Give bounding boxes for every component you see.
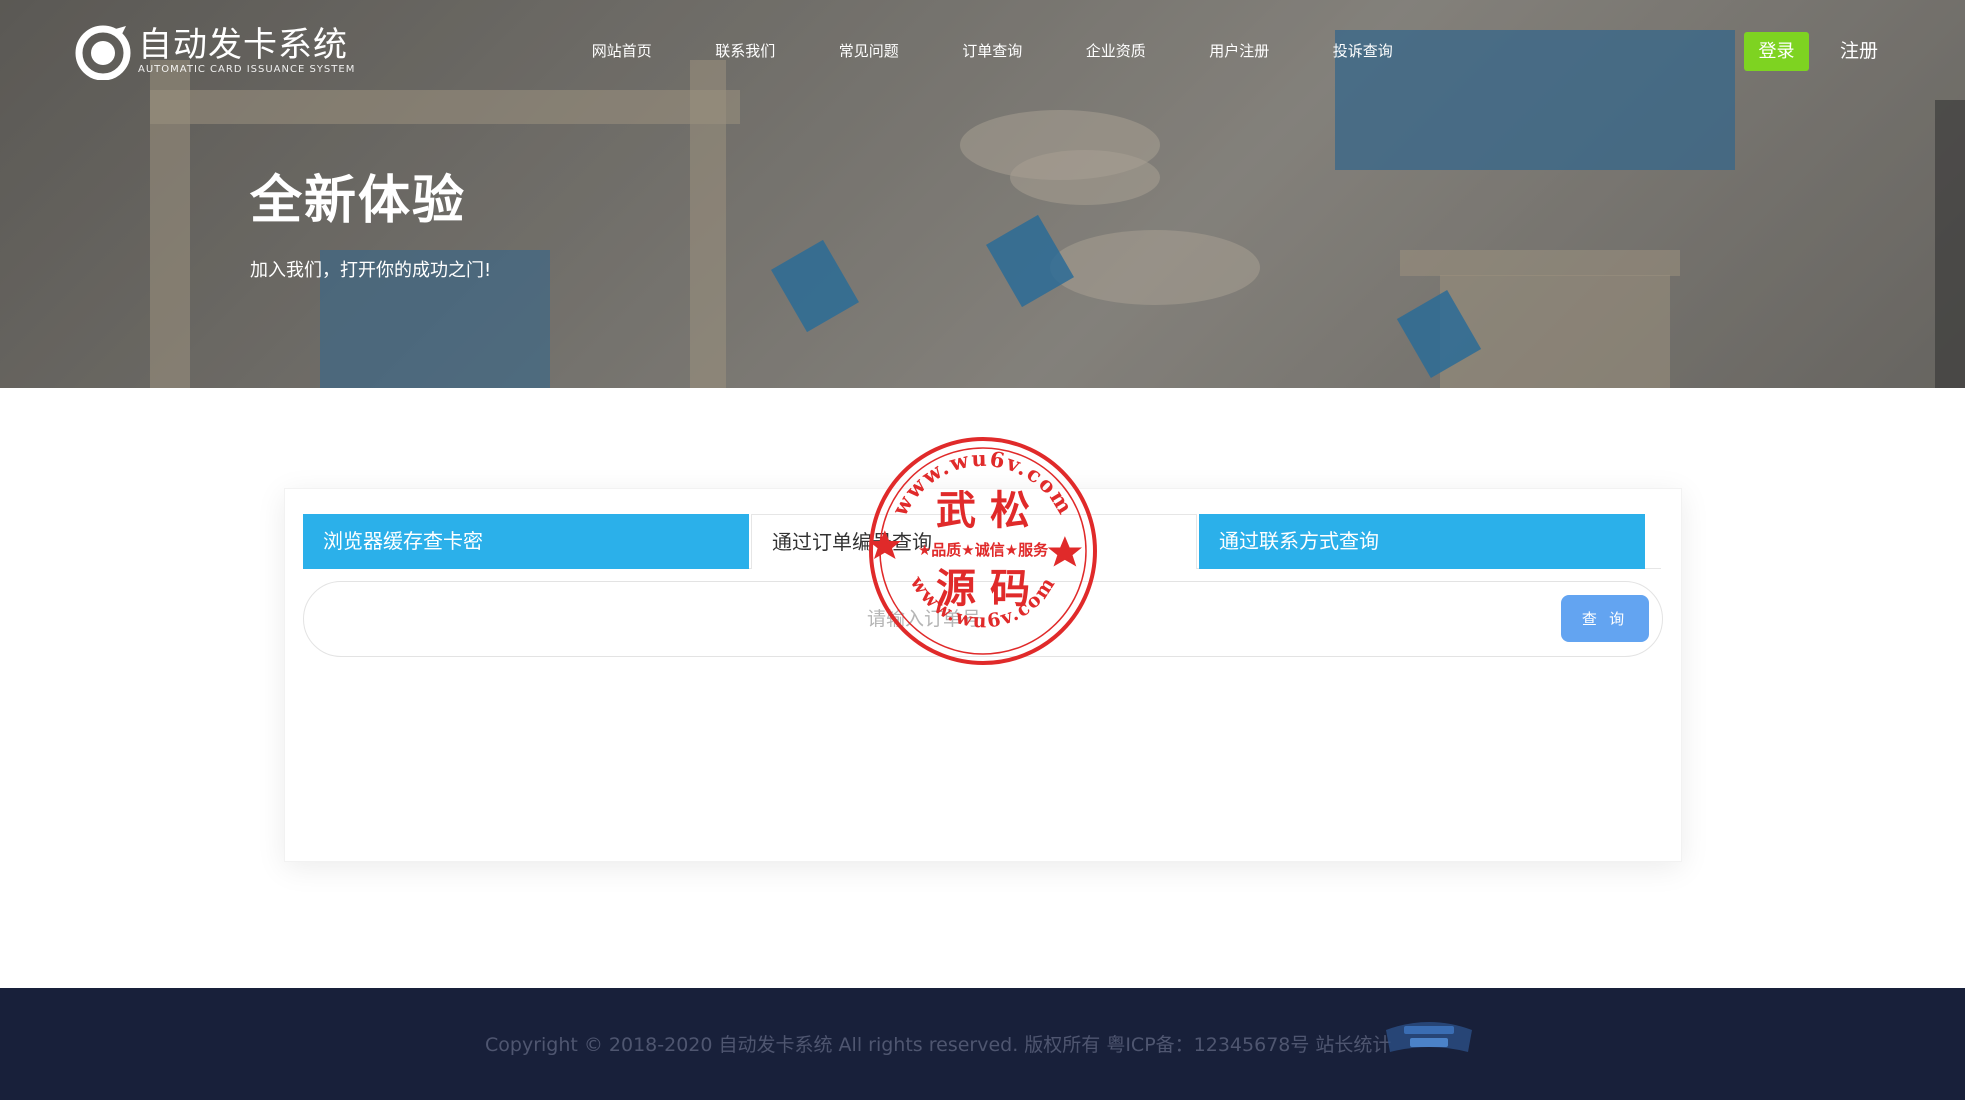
query-button[interactable]: 查 询 <box>1561 595 1649 642</box>
search-box: 查 询 <box>303 581 1663 657</box>
site-logo[interactable]: 自动发卡系统 AUTOMATIC CARD ISSUANCE SYSTEM <box>74 22 356 81</box>
tab-order-number[interactable]: 通过订单编号查询 <box>751 514 1197 569</box>
order-number-input[interactable] <box>334 596 1514 642</box>
register-button[interactable]: 注册 <box>1840 36 1878 63</box>
nav-item-order-query[interactable]: 订单查询 <box>931 40 1055 61</box>
hero-title: 全新体验 <box>250 171 467 231</box>
nav-item-user-register[interactable]: 用户注册 <box>1178 40 1302 61</box>
nav-item-contact[interactable]: 联系我们 <box>684 40 808 61</box>
nav-item-home[interactable]: 网站首页 <box>560 40 684 61</box>
nav-item-qualification[interactable]: 企业资质 <box>1054 40 1178 61</box>
tab-contact-info[interactable]: 通过联系方式查询 <box>1199 514 1645 569</box>
footer-copyright: Copyright © 2018-2020 自动发卡系统 All rights … <box>485 1034 1392 1056</box>
tab-browser-cache[interactable]: 浏览器缓存查卡密 <box>303 514 749 569</box>
login-button[interactable]: 登录 <box>1744 32 1809 71</box>
order-query-card: 浏览器缓存查卡密 通过订单编号查询 通过联系方式查询 查 询 <box>284 488 1682 862</box>
logo-icon <box>74 22 132 81</box>
security-badge-icon[interactable] <box>1382 1016 1476 1060</box>
nav-item-complaint[interactable]: 投诉查询 <box>1301 40 1425 61</box>
nav-item-faq[interactable]: 常见问题 <box>807 40 931 61</box>
main-nav: 网站首页 联系我们 常见问题 订单查询 企业资质 用户注册 投诉查询 <box>560 40 1425 61</box>
footer: Copyright © 2018-2020 自动发卡系统 All rights … <box>0 988 1965 1100</box>
brand-subtitle: AUTOMATIC CARD ISSUANCE SYSTEM <box>138 64 356 75</box>
query-tabs: 浏览器缓存查卡密 通过订单编号查询 通过联系方式查询 <box>303 514 1661 569</box>
hero-subtitle: 加入我们，打开你的成功之门! <box>250 260 492 281</box>
brand-name: 自动发卡系统 <box>138 25 348 65</box>
